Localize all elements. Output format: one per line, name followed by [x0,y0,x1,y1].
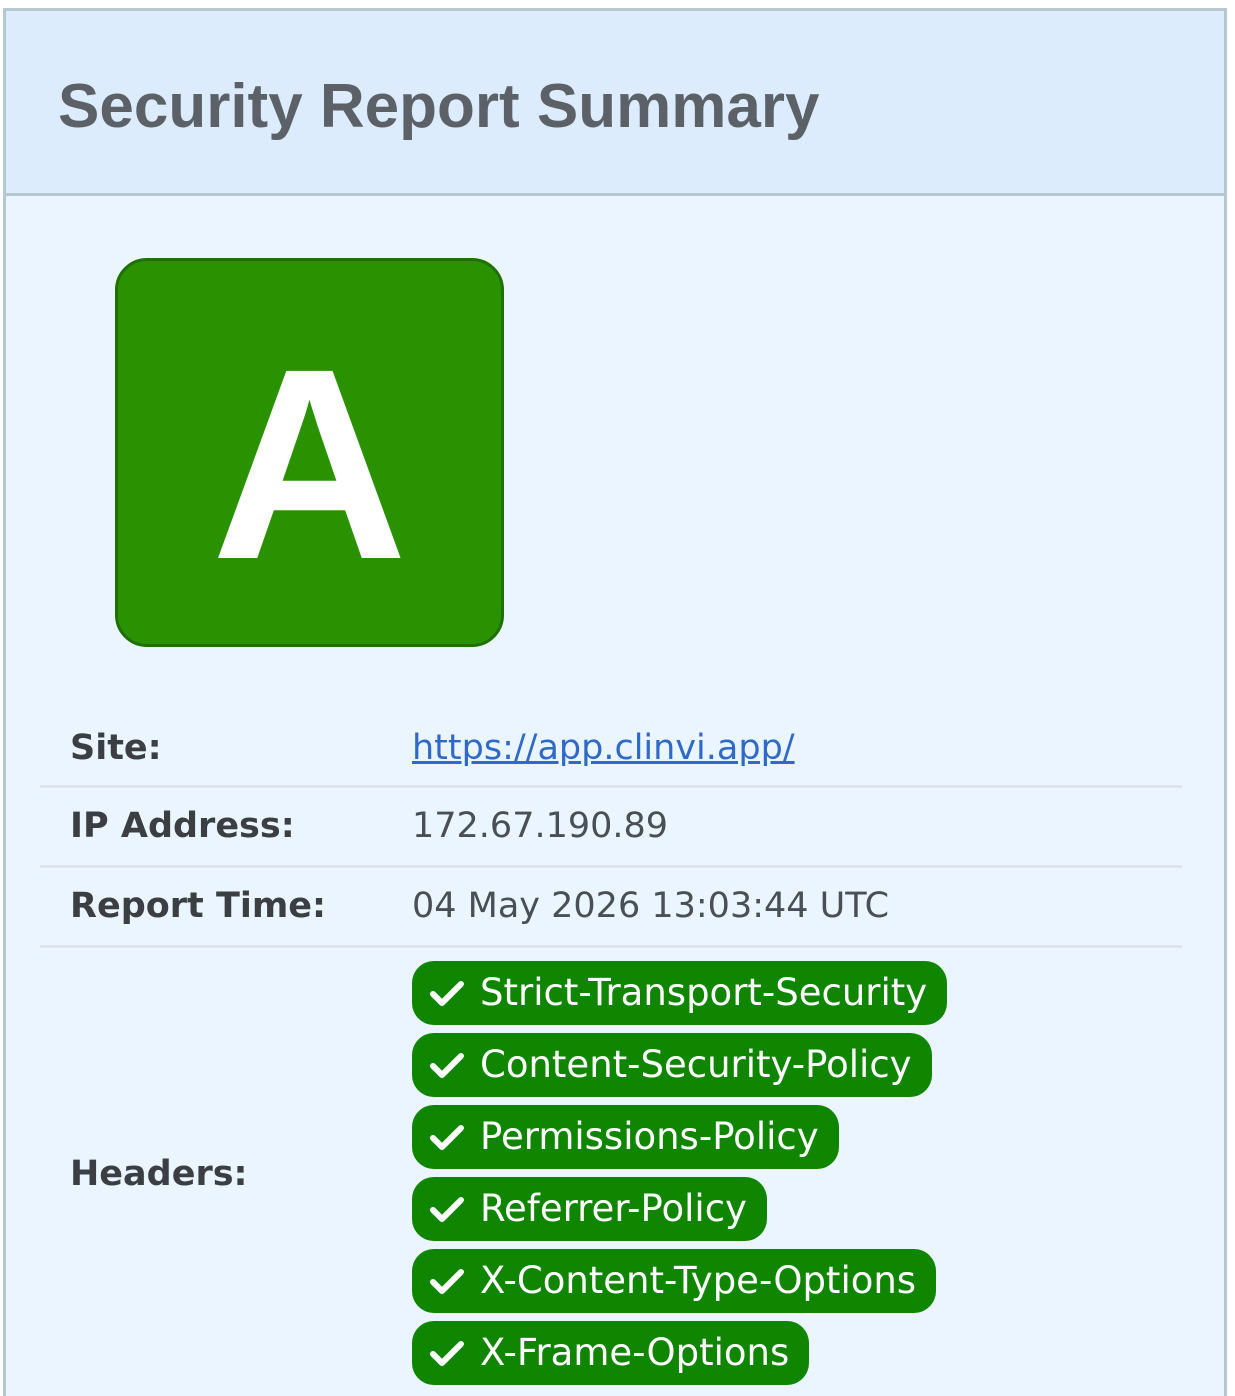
grade-letter: A [211,311,408,616]
page-title: Security Report Summary [58,72,820,141]
headers-label: Headers: [70,1154,248,1194]
checkmark-icon [430,1125,464,1150]
header-name: Strict-Transport-Security [480,971,928,1014]
headers-row: Headers: Strict-Transport-Security Conte… [40,948,1182,1396]
checkmark-icon [430,981,464,1006]
header-name: Permissions-Policy [480,1115,819,1158]
header-name: Content-Security-Policy [480,1043,912,1086]
header-badge-x-frame-options: X-Frame-Options [412,1321,810,1385]
report-time-row: Report Time: 04 May 2026 13:03:44 UTC [40,868,1182,948]
header-badge-permissions-policy: Permissions-Policy [412,1105,839,1169]
checkmark-icon [430,1269,464,1294]
grade-badge: A [115,258,504,647]
header-name: X-Frame-Options [480,1331,790,1374]
header-badge-referrer-policy: Referrer-Policy [412,1177,767,1241]
ip-address-row: IP Address: 172.67.190.89 [40,788,1182,868]
ip-address-label: IP Address: [70,806,295,846]
report-panel: Security Report Summary A Site: https://… [3,8,1227,1396]
header-badge-strict-transport-security: Strict-Transport-Security [412,961,948,1025]
report-header: Security Report Summary [6,11,1224,196]
header-badge-x-content-type-options: X-Content-Type-Options [412,1249,937,1313]
checkmark-icon [430,1197,464,1222]
site-link[interactable]: https://app.clinvi.app/ [412,728,795,768]
checkmark-icon [430,1053,464,1078]
header-badge-content-security-policy: Content-Security-Policy [412,1033,932,1097]
header-name: X-Content-Type-Options [480,1259,917,1302]
header-name: Referrer-Policy [480,1187,747,1230]
report-time-value: 04 May 2026 13:03:44 UTC [412,886,890,926]
report-time-label: Report Time: [70,886,327,926]
site-row: Site: https://app.clinvi.app/ [40,711,1182,788]
site-label: Site: [70,728,162,768]
checkmark-icon [430,1341,464,1366]
ip-address-value: 172.67.190.89 [412,806,669,846]
